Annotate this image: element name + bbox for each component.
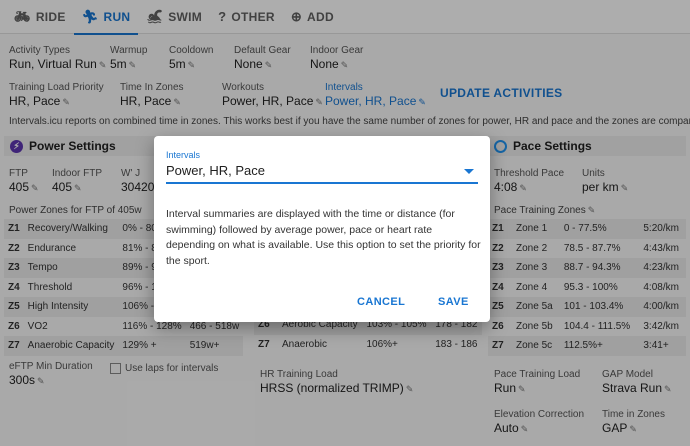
cancel-button[interactable]: CANCEL — [357, 296, 405, 308]
intervals-select-label: Intervals — [166, 150, 201, 160]
save-button[interactable]: SAVE — [438, 296, 469, 308]
dropdown-caret-icon[interactable] — [464, 169, 474, 174]
dialog-description: Interval summaries are displayed with th… — [166, 208, 481, 267]
intervals-dialog: Intervals Power, HR, Pace Interval summa… — [154, 136, 490, 322]
intervals-select-value: Power, HR, Pace — [166, 163, 265, 178]
intervals-select[interactable]: Power, HR, Pace — [166, 163, 478, 184]
